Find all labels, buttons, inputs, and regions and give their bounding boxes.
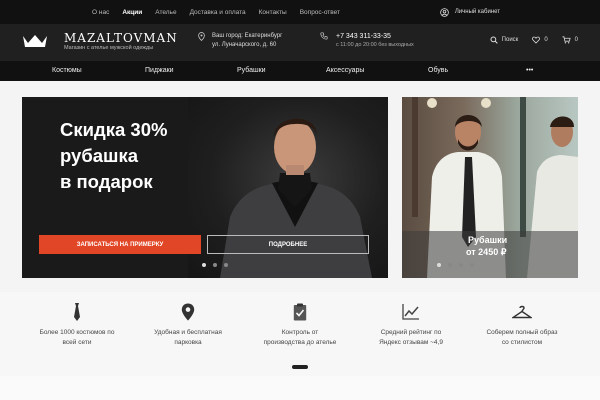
brand-tagline: Магазин с ателье мужской одежды [64, 45, 154, 51]
phone-icon [320, 32, 328, 40]
account-link[interactable]: Личный кабинет [440, 0, 500, 24]
feature-line: Средний рейтинг по [380, 329, 442, 336]
top-link-contacts[interactable]: Контакты [259, 9, 287, 16]
details-button[interactable]: ПОДРОБНЕЕ [207, 235, 369, 254]
hero-title-line: в подарок [60, 171, 153, 192]
top-link-faq[interactable]: Вопрос-ответ [300, 9, 340, 16]
nav-more-button[interactable]: ••• [526, 67, 533, 74]
working-hours: с 11:00 до 20:00 без выходных [336, 42, 414, 48]
feature-item: Более 1000 костюмов по всей сети [22, 302, 132, 348]
city-selector[interactable]: Ваш город: Екатеринбург ул. Луначарского… [198, 32, 282, 50]
feature-text: Контроль от производства до ателье [245, 328, 355, 348]
location-pin-icon [198, 32, 205, 41]
hero-title-line: Скидка 30% [60, 119, 168, 140]
hero-slider-dots [202, 263, 235, 267]
feature-item: Контроль от производства до ателье [245, 302, 355, 348]
top-link-atelier[interactable]: Ателье [155, 9, 176, 16]
page-bottom-area [0, 376, 600, 400]
slider-dot[interactable] [448, 263, 452, 267]
top-links: О нас Акции Ателье Доставка и оплата Кон… [92, 0, 353, 24]
feature-line: производства до ателье [263, 339, 337, 346]
slider-dot[interactable] [470, 263, 474, 267]
features-section: Более 1000 костюмов по всей сети Удобная… [0, 292, 600, 376]
nav-item-accessories[interactable]: Аксессуары [326, 67, 364, 74]
chart-line-icon [402, 304, 419, 320]
wishlist-count: 0 [544, 37, 548, 43]
feature-line: Удобная и бесплатная [154, 329, 222, 336]
slider-dot[interactable] [437, 263, 441, 267]
feature-line: со стилистом [501, 339, 543, 346]
slider-dot[interactable] [213, 263, 217, 267]
feature-line: Контроль от [281, 329, 319, 336]
phone-number[interactable]: +7 343 311-33-35 [336, 32, 414, 41]
page: О нас Акции Ателье Доставка и оплата Кон… [0, 0, 600, 400]
search-label: Поиск [501, 37, 519, 43]
nav-item-shirts[interactable]: Рубашки [237, 67, 266, 74]
feature-item: Средний рейтинг по Яндекс отзывам ~4,9 [356, 302, 466, 348]
city-name: Ваш город: Екатеринбург [212, 33, 283, 39]
clipboard-check-icon [293, 303, 307, 321]
feature-line: Яндекс отзывам ~4,9 [379, 339, 443, 346]
search-icon [490, 36, 498, 44]
feature-line: всей сети [62, 339, 92, 346]
feature-text: Средний рейтинг по Яндекс отзывам ~4,9 [356, 328, 466, 348]
cart-count: 0 [574, 37, 578, 43]
header-actions: Поиск 0 0 [476, 36, 578, 44]
hanger-icon [512, 305, 532, 319]
phone-block[interactable]: +7 343 311-33-35 с 11:00 до 20:00 без вы… [320, 32, 414, 49]
nav-item-shoes[interactable]: Обувь [428, 67, 448, 74]
feature-item: Соберем полный образ со стилистом [467, 302, 577, 348]
slider-dot[interactable] [459, 263, 463, 267]
hero-title-line: рубашка [60, 145, 139, 166]
feature-item: Удобная и бесплатная парковка [133, 302, 243, 348]
search-button[interactable]: Поиск [490, 36, 519, 44]
heart-icon [532, 36, 541, 44]
nav-item-suits[interactable]: Костюмы [52, 67, 82, 74]
scroll-indicator[interactable] [292, 365, 308, 369]
hero-banner: Скидка 30% рубашка в подарок ЗАПИСАТЬСЯ … [22, 97, 388, 278]
wishlist-button[interactable]: 0 [532, 36, 548, 44]
promo-card-shirts[interactable]: Рубашки от 2450 ₽ [402, 97, 578, 278]
feature-line: Соберем полный образ [486, 329, 558, 336]
slider-dot[interactable] [202, 263, 206, 267]
store-address: ул. Луначарского, д. 60 [212, 42, 277, 48]
feature-text: Более 1000 костюмов по всей сети [22, 328, 132, 348]
feature-line: Более 1000 костюмов по [39, 329, 115, 336]
user-icon [440, 7, 449, 17]
feature-text: Удобная и бесплатная парковка [133, 328, 243, 348]
tie-icon [74, 303, 80, 321]
brand-name[interactable]: MAZALTOVMAN [64, 31, 178, 45]
cart-button[interactable]: 0 [562, 36, 578, 44]
crown-logo-icon[interactable] [22, 33, 48, 49]
main-nav: Костюмы Пиджаки Рубашки Аксессуары Обувь… [0, 61, 600, 81]
location-pin-icon [181, 303, 195, 321]
nav-item-jackets[interactable]: Пиджаки [145, 67, 174, 74]
cart-icon [562, 36, 571, 44]
promo-price: от 2450 ₽ [466, 247, 507, 257]
feature-line: парковка [174, 339, 202, 346]
promo-title: Рубашки [468, 235, 508, 245]
hero-title: Скидка 30% рубашка в подарок [60, 117, 167, 195]
promo-slider-dots [437, 263, 481, 267]
top-link-about[interactable]: О нас [92, 9, 109, 16]
feature-text: Соберем полный образ со стилистом [467, 328, 577, 348]
account-label: Личный кабинет [454, 9, 500, 15]
book-fitting-button[interactable]: ЗАПИСАТЬСЯ НА ПРИМЕРКУ [39, 235, 201, 254]
top-link-promotions[interactable]: Акции [122, 9, 142, 16]
top-link-delivery[interactable]: Доставка и оплата [190, 9, 246, 16]
top-bar: О нас Акции Ателье Доставка и оплата Кон… [0, 0, 600, 24]
header: MAZALTOVMAN Магазин с ателье мужской оде… [0, 24, 600, 61]
slider-dot[interactable] [224, 263, 228, 267]
